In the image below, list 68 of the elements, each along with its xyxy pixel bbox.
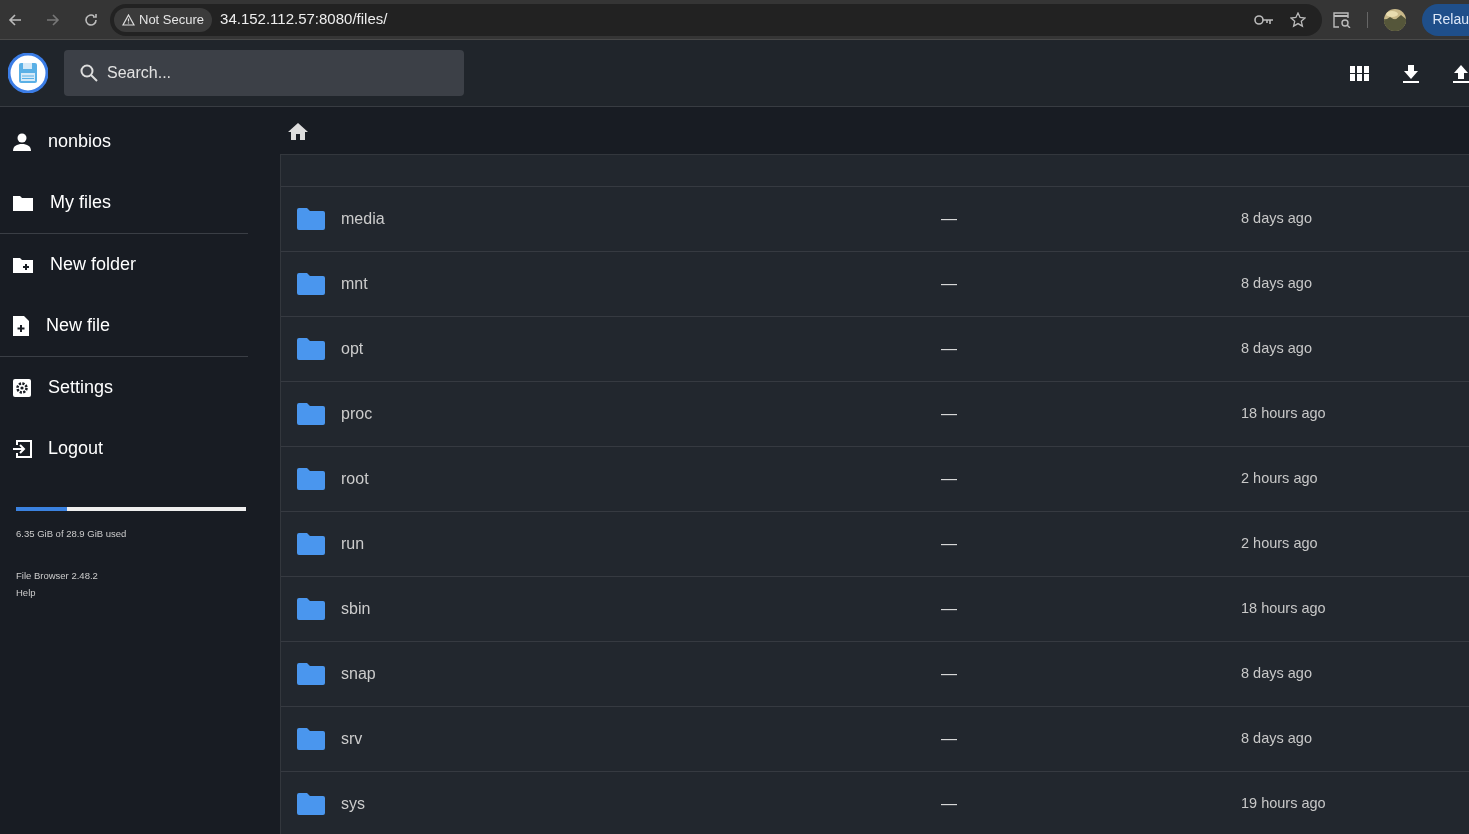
security-chip[interactable]: Not Secure <box>114 7 213 32</box>
file-name: root <box>341 470 369 487</box>
file-name: proc <box>341 405 373 422</box>
file-name: snap <box>341 665 376 682</box>
file-name: opt <box>341 340 364 357</box>
folder-icon <box>12 193 34 212</box>
modified-time: 8 days ago <box>1241 664 1312 684</box>
file-size: — <box>941 730 957 747</box>
modified-time: 8 days ago <box>1241 209 1312 229</box>
reload-icon[interactable] <box>84 12 98 27</box>
relaunch-button[interactable]: Relau <box>1422 3 1469 36</box>
modified-time: 8 days ago <box>1241 274 1312 294</box>
file-name: sys <box>341 795 365 812</box>
file-size: — <box>941 210 957 227</box>
folder-icon <box>297 793 325 815</box>
file-name: run <box>341 535 365 552</box>
forward-icon[interactable] <box>46 12 60 27</box>
file-size: — <box>941 795 957 812</box>
user-item[interactable]: nonbios <box>0 111 248 172</box>
file-size: — <box>941 665 957 682</box>
modified-time: 2 hours ago <box>1241 534 1318 554</box>
floppy-disk-logo-icon <box>8 53 48 93</box>
file-name: mnt <box>341 275 368 292</box>
folder-icon <box>297 273 325 295</box>
modified-time: 8 days ago <box>1241 339 1312 359</box>
sidebar-item[interactable]: My files <box>0 172 248 233</box>
folder-icon <box>297 533 325 555</box>
sidebar-item[interactable]: Logout <box>0 418 248 479</box>
sidebar-item[interactable]: New folder <box>0 234 248 295</box>
file-size: — <box>941 535 957 552</box>
modified-time: 2 hours ago <box>1241 469 1318 489</box>
file-size: — <box>941 600 957 617</box>
folder-icon <box>297 728 325 750</box>
star-icon[interactable] <box>1290 11 1306 28</box>
file-size: — <box>941 340 957 357</box>
file-name: srv <box>341 730 363 747</box>
file-plus-icon <box>12 314 30 337</box>
folder-icon <box>297 208 325 230</box>
modified-time: 18 hours ago <box>1241 599 1326 619</box>
file-size: — <box>941 275 957 292</box>
sidebar-item[interactable]: New file <box>0 295 248 356</box>
gear-icon <box>12 377 32 398</box>
folder-icon <box>297 663 325 685</box>
modified-time: 18 hours ago <box>1241 404 1326 424</box>
file-size: — <box>941 405 957 422</box>
search-icon <box>80 64 98 82</box>
version-text: File Browser 2.48.2 <box>16 569 99 584</box>
logout-icon <box>12 438 32 459</box>
storage-usage-text: 6.35 GiB of 28.9 GiB used <box>16 527 128 541</box>
modified-time: 8 days ago <box>1241 729 1312 749</box>
file-name: sbin <box>341 600 371 617</box>
key-icon[interactable] <box>1254 13 1274 26</box>
sidebar-item[interactable]: Settings <box>0 357 248 418</box>
search-field[interactable]: Search... <box>64 50 464 96</box>
file-name: media <box>341 210 385 227</box>
warning-icon <box>122 13 135 26</box>
user-icon <box>12 132 32 151</box>
folder-icon <box>297 403 325 425</box>
folder-icon <box>297 598 325 620</box>
url-text[interactable]: 34.152.112.57:8080/files/ <box>220 8 1254 31</box>
folder-plus-icon <box>12 255 34 274</box>
help-link[interactable]: Help <box>16 586 36 598</box>
tab-search-icon[interactable] <box>1333 11 1352 28</box>
folder-icon <box>297 338 325 360</box>
modified-time: 19 hours ago <box>1241 794 1326 814</box>
file-size: — <box>941 470 957 487</box>
folder-icon <box>297 468 325 490</box>
back-icon[interactable] <box>8 12 22 27</box>
